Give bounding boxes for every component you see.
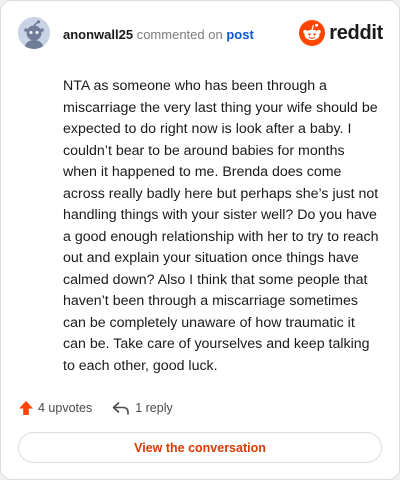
comment-card: anonwall25 commented on post reddit NTA … [0,0,400,480]
upvote-count: 4 upvotes [38,401,93,415]
comment-body: NTA as someone who has been through a mi… [63,78,379,374]
comment-meta: anonwall25 commented on post [63,27,254,43]
comment-header: anonwall25 commented on post reddit [18,17,383,51]
post-link[interactable]: post [226,27,253,42]
reply-arrow-icon [112,402,130,415]
commented-on-text: commented on [136,27,223,42]
reddit-alien-icon [299,20,326,46]
avatar[interactable] [18,17,50,49]
comment-actions: 4 upvotes 1 reply [18,399,173,417]
reply-count: 1 reply [135,401,173,415]
username[interactable]: anonwall25 [63,27,133,42]
snoo-avatar-icon [18,17,50,49]
view-conversation-button[interactable]: View the conversation [18,432,382,463]
upvote-button[interactable]: 4 upvotes [18,400,92,416]
reddit-logo[interactable]: reddit [299,19,383,47]
upvote-arrow-icon [19,401,33,415]
reply-button[interactable]: 1 reply [112,400,173,416]
reddit-wordmark: reddit [329,21,383,44]
